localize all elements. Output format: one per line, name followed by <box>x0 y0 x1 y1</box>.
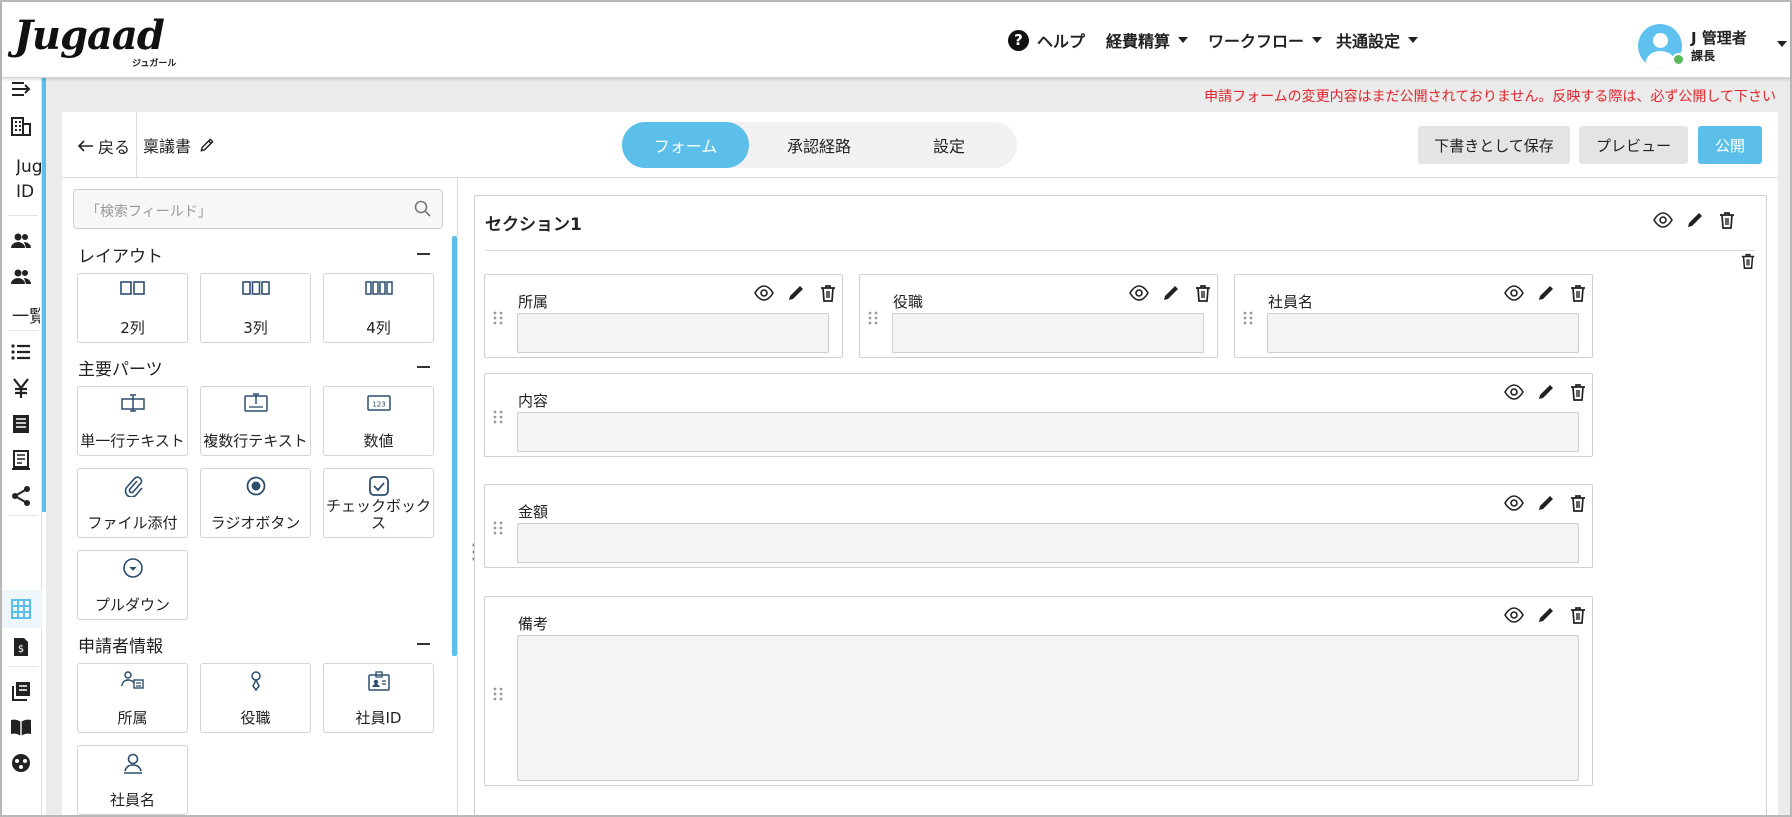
logo-subtitle: ジュガール <box>132 59 177 69</box>
top-navigation-bar: Jugaad ジュガール ? ヘルプ 経費精算 ワークフロー 共通設定 J 管理… <box>2 2 1790 78</box>
workflow-menu-label: ワークフロー <box>1208 32 1305 51</box>
chevron-down-icon <box>1178 37 1189 43</box>
user-menu-chevron-icon[interactable] <box>1777 41 1787 47</box>
chevron-down-icon <box>1408 37 1419 43</box>
user-name[interactable]: J 管理者 <box>1691 27 1747 48</box>
logo-text: Jugaad <box>14 12 165 59</box>
help-icon: ? <box>1008 29 1029 51</box>
window-frame <box>0 0 1792 817</box>
common-settings-menu[interactable]: 共通設定 <box>1336 28 1419 52</box>
app-logo[interactable]: Jugaad ジュガール <box>14 12 176 70</box>
workflow-menu[interactable]: ワークフロー <box>1208 28 1323 52</box>
user-role: 課長 <box>1691 49 1716 63</box>
common-settings-label: 共通設定 <box>1336 32 1401 51</box>
expense-menu-label: 経費精算 <box>1106 32 1171 51</box>
help-label: ヘルプ <box>1037 32 1086 51</box>
expense-menu[interactable]: 経費精算 <box>1106 28 1189 52</box>
chevron-down-icon <box>1312 37 1323 43</box>
online-status-indicator <box>1672 53 1685 66</box>
help-link[interactable]: ? ヘルプ <box>1008 28 1085 52</box>
